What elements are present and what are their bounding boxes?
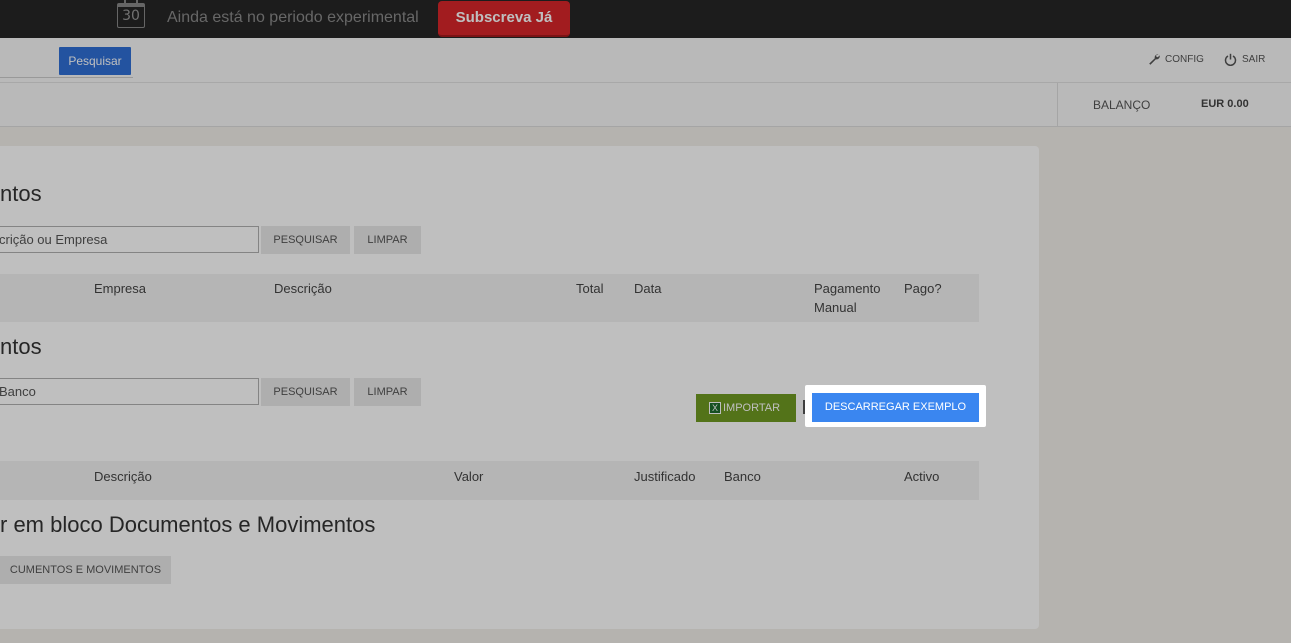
balance-bar: BALANÇO EUR 0.00	[0, 83, 1291, 127]
balance-divider	[1057, 83, 1058, 127]
import-label: IMPORTAR	[723, 402, 781, 414]
documents-search-input[interactable]: crição ou Empresa	[0, 226, 259, 253]
bulk-action-button[interactable]: CUMENTOS E MOVIMENTOS	[0, 556, 171, 584]
col-banco[interactable]: Banco	[724, 467, 761, 486]
col-mov-descricao[interactable]: Descrição	[94, 467, 152, 486]
documents-clear-button[interactable]: LIMPAR	[354, 226, 421, 254]
movements-title: ntos	[0, 334, 42, 359]
calendar-icon: 30	[117, 0, 145, 28]
documents-table-header: Empresa Descrição Total Data Pagamento M…	[0, 274, 979, 322]
documents-search-button[interactable]: PESQUISAR	[261, 226, 350, 254]
col-total[interactable]: Total	[576, 279, 603, 298]
movements-table-header: Descrição Valor Justificado Banco Activo	[0, 461, 979, 500]
logout-label: SAIR	[1242, 54, 1266, 65]
search-button[interactable]: Pesquisar	[59, 47, 131, 75]
trial-message: Ainda está no periodo experimental	[167, 9, 419, 26]
col-valor[interactable]: Valor	[454, 467, 483, 486]
col-empresa[interactable]: Empresa	[94, 279, 146, 298]
config-label: CONFIG	[1165, 53, 1204, 65]
movements-search-button[interactable]: PESQUISAR	[261, 378, 350, 406]
col-justificado[interactable]: Justificado	[634, 467, 695, 486]
col-pagamento-manual[interactable]: Pagamento Manual	[814, 279, 894, 317]
col-activo[interactable]: Activo	[904, 467, 939, 486]
trial-bar: 30 Ainda está no periodo experimental Su…	[0, 0, 1291, 38]
excel-icon: x	[709, 402, 721, 414]
wrench-icon	[1148, 53, 1160, 65]
balance-label: BALANÇO	[1093, 98, 1151, 112]
logout-link[interactable]: SAIR	[1224, 53, 1265, 66]
download-example-button[interactable]: DESCARREGAR EXEMPLO	[812, 393, 979, 422]
col-descricao[interactable]: Descrição	[274, 279, 332, 298]
documents-title: ntos	[0, 181, 42, 206]
movements-search-input[interactable]: Banco	[0, 378, 259, 405]
subscribe-button[interactable]: Subscreva Já	[438, 1, 570, 37]
top-nav: Pesquisar CONFIG SAIR	[0, 38, 1291, 83]
search-input-underline[interactable]	[0, 77, 133, 78]
movements-clear-button[interactable]: LIMPAR	[354, 378, 421, 406]
col-pago[interactable]: Pago?	[904, 279, 942, 298]
bulk-title: r em bloco Documentos e Movimentos	[0, 512, 376, 537]
config-link[interactable]: CONFIG	[1148, 53, 1204, 65]
col-data[interactable]: Data	[634, 279, 661, 298]
import-button[interactable]: x IMPORTAR	[696, 394, 796, 422]
power-icon	[1224, 53, 1237, 66]
balance-value: EUR 0.00	[1201, 98, 1249, 110]
